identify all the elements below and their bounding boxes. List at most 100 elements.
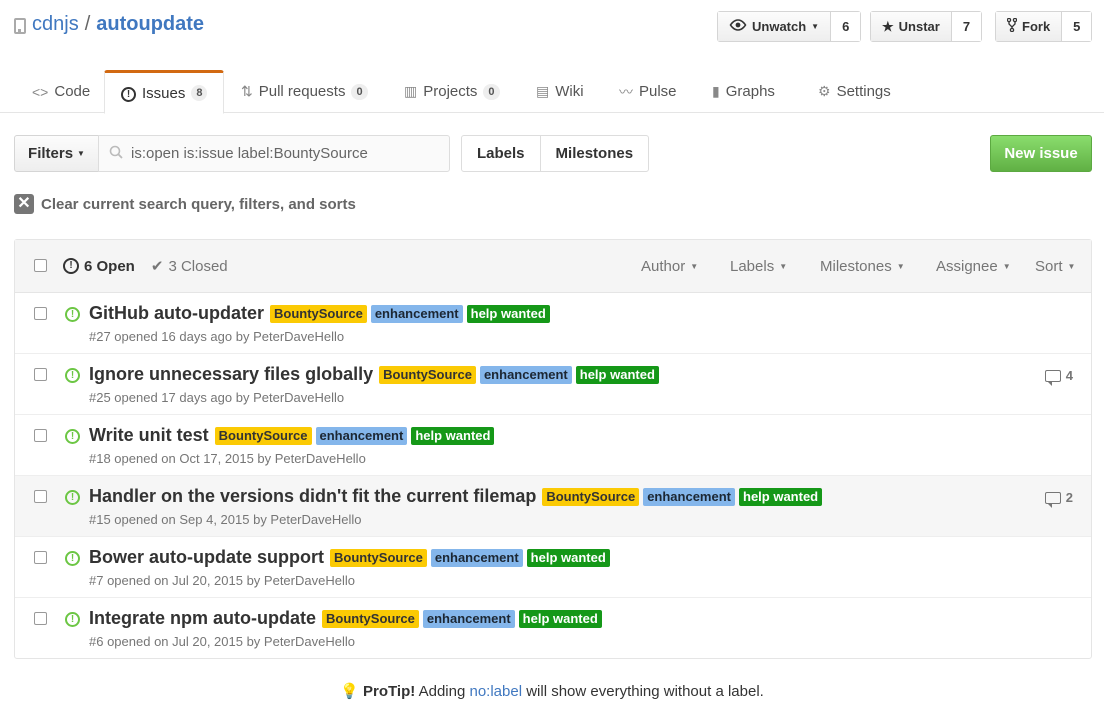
- label-bountysource[interactable]: BountySource: [322, 609, 419, 628]
- chevron-down-icon: ▼: [811, 22, 820, 31]
- label-help-wanted[interactable]: help wanted: [411, 426, 495, 445]
- milestones-filter[interactable]: Milestones ▼: [820, 258, 905, 275]
- issue-checkbox[interactable]: [34, 612, 47, 625]
- label-enhancement[interactable]: enhancement: [479, 365, 572, 384]
- assignee-filter[interactable]: Assignee ▼: [936, 258, 1011, 275]
- watch-group: Unwatch ▼ 6: [717, 11, 862, 42]
- label-enhancement[interactable]: enhancement: [643, 487, 735, 506]
- chevron-down-icon: ▼: [1067, 262, 1076, 271]
- tab-label: Settings: [836, 83, 891, 100]
- issue-title-link[interactable]: Handler on the versions didn't fit the c…: [89, 486, 536, 507]
- labels-link[interactable]: Labels: [462, 136, 540, 171]
- label-help-wanted[interactable]: help wanted: [526, 548, 610, 567]
- unwatch-label: Unwatch: [752, 19, 807, 34]
- label-bountysource[interactable]: BountySource: [379, 365, 476, 384]
- issue-checkbox[interactable]: [34, 368, 47, 381]
- issue-checkbox[interactable]: [34, 307, 47, 320]
- issue-meta: #15 opened on Sep 4, 2015 by PeterDaveHe…: [89, 512, 362, 527]
- open-issues-link[interactable]: ! 6 Open: [63, 257, 135, 275]
- unwatch-button[interactable]: Unwatch ▼: [718, 12, 832, 41]
- label-help-wanted[interactable]: help wanted: [518, 609, 602, 628]
- tab-label: Issues: [142, 84, 186, 102]
- repo-icon: [14, 17, 26, 34]
- chevron-down-icon: ▼: [896, 262, 905, 271]
- issue-search: [98, 135, 450, 172]
- issue-checkbox[interactable]: [34, 551, 47, 564]
- issue-row: ! Ignore unnecessary files globally Boun…: [15, 354, 1091, 415]
- issue-opened-icon: !: [65, 429, 80, 444]
- issue-opened-icon: !: [65, 307, 80, 322]
- repo-owner-link[interactable]: cdnjs: [32, 13, 79, 36]
- fork-button[interactable]: Fork: [996, 12, 1063, 41]
- watchers-count[interactable]: 6: [831, 12, 861, 41]
- issue-checkbox[interactable]: [34, 490, 47, 503]
- close-icon: ✕: [14, 194, 34, 214]
- tab-pull-requests[interactable]: ⇅ Pull requests 0: [225, 70, 384, 113]
- label-help-wanted[interactable]: help wanted: [575, 365, 659, 384]
- stargazers-count[interactable]: 7: [951, 12, 982, 41]
- tab-counter: 0: [351, 83, 368, 100]
- issue-meta: #6 opened on Jul 20, 2015 by PeterDaveHe…: [89, 634, 355, 649]
- new-issue-button[interactable]: New issue: [990, 135, 1092, 172]
- labels-milestones-nav: Labels Milestones: [461, 135, 650, 172]
- label-bountysource[interactable]: BountySource: [269, 304, 367, 323]
- clear-filters-link[interactable]: ✕ Clear current search query, filters, a…: [14, 194, 356, 214]
- issue-checkbox[interactable]: [34, 429, 47, 442]
- issues-list-header: ! 6 Open ✔ 3 Closed Author ▼ Labels ▼ Mile…: [15, 240, 1091, 293]
- repo-nav: <> Code ! Issues 8 ⇅ Pull requests 0 ▥ P…: [0, 70, 1104, 114]
- tab-label: Pulse: [639, 83, 677, 100]
- label-bountysource[interactable]: BountySource: [330, 548, 427, 567]
- labels-filter-label: Labels: [730, 258, 775, 275]
- issue-title-link[interactable]: Write unit test: [89, 425, 209, 446]
- label-enhancement[interactable]: enhancement: [315, 426, 408, 445]
- label-bountysource[interactable]: BountySource: [214, 426, 312, 445]
- repo-name-link[interactable]: autoupdate: [96, 13, 204, 36]
- label-enhancement[interactable]: enhancement: [430, 548, 523, 567]
- tab-settings[interactable]: ⚙ Settings: [802, 70, 907, 113]
- select-all-checkbox[interactable]: [34, 259, 47, 272]
- tab-code[interactable]: <> Code: [16, 70, 106, 113]
- label-enhancement[interactable]: enhancement: [422, 609, 515, 628]
- pull-request-icon: ⇅: [241, 83, 253, 99]
- comments-link[interactable]: 4: [1044, 368, 1073, 386]
- tab-projects[interactable]: ▥ Projects 0: [388, 70, 516, 113]
- labels-filter[interactable]: Labels ▼: [730, 258, 787, 275]
- sort-filter[interactable]: Sort ▼: [1035, 258, 1075, 275]
- tab-issues[interactable]: ! Issues 8: [104, 70, 225, 114]
- eye-icon: [729, 19, 747, 34]
- author-filter[interactable]: Author ▼: [641, 258, 698, 275]
- issue-title-link[interactable]: Integrate npm auto-update: [89, 608, 316, 629]
- filters-label: Filters: [28, 145, 74, 162]
- tab-wiki[interactable]: ▤ Wiki: [520, 70, 600, 113]
- chevron-down-icon: ▼: [1002, 262, 1011, 271]
- tab-label: Graphs: [725, 83, 775, 100]
- forks-count[interactable]: 5: [1062, 12, 1092, 41]
- star-icon: ★: [882, 18, 894, 34]
- issue-title-link[interactable]: Ignore unnecessary files globally: [89, 364, 373, 385]
- protip-link[interactable]: no:label: [469, 683, 522, 700]
- check-icon: ✔: [150, 258, 164, 275]
- search-input[interactable]: [131, 145, 431, 162]
- closed-issues-link[interactable]: ✔ 3 Closed: [150, 257, 228, 276]
- closed-count-label: 3 Closed: [168, 257, 228, 275]
- filters-button[interactable]: Filters ▼: [14, 135, 99, 172]
- issue-title-link[interactable]: Bower auto-update support: [89, 547, 324, 568]
- tab-graphs[interactable]: ▮ Graphs: [696, 70, 791, 113]
- issue-row: ! Integrate npm auto-update BountySource…: [15, 598, 1091, 659]
- label-enhancement[interactable]: enhancement: [370, 304, 463, 323]
- issues-list: ! 6 Open ✔ 3 Closed Author ▼ Labels ▼ Mile…: [14, 239, 1092, 659]
- unstar-button[interactable]: ★ Unstar: [871, 12, 952, 41]
- milestones-link[interactable]: Milestones: [539, 136, 649, 171]
- tab-label: Wiki: [555, 83, 584, 100]
- issue-title-link[interactable]: GitHub auto-updater: [89, 303, 264, 324]
- tab-pulse[interactable]: 〰 Pulse: [603, 70, 693, 113]
- search-icon: [109, 145, 123, 162]
- comments-link[interactable]: 2: [1044, 490, 1073, 508]
- label-help-wanted[interactable]: help wanted: [739, 487, 823, 506]
- comment-icon: [1044, 491, 1061, 508]
- pulse-icon: 〰: [619, 83, 633, 100]
- protip: 💡 ProTip! Adding no:label will show ever…: [0, 682, 1104, 700]
- label-bountysource[interactable]: BountySource: [542, 487, 640, 506]
- label-help-wanted[interactable]: help wanted: [466, 304, 550, 323]
- issue-meta: #7 opened on Jul 20, 2015 by PeterDaveHe…: [89, 573, 355, 588]
